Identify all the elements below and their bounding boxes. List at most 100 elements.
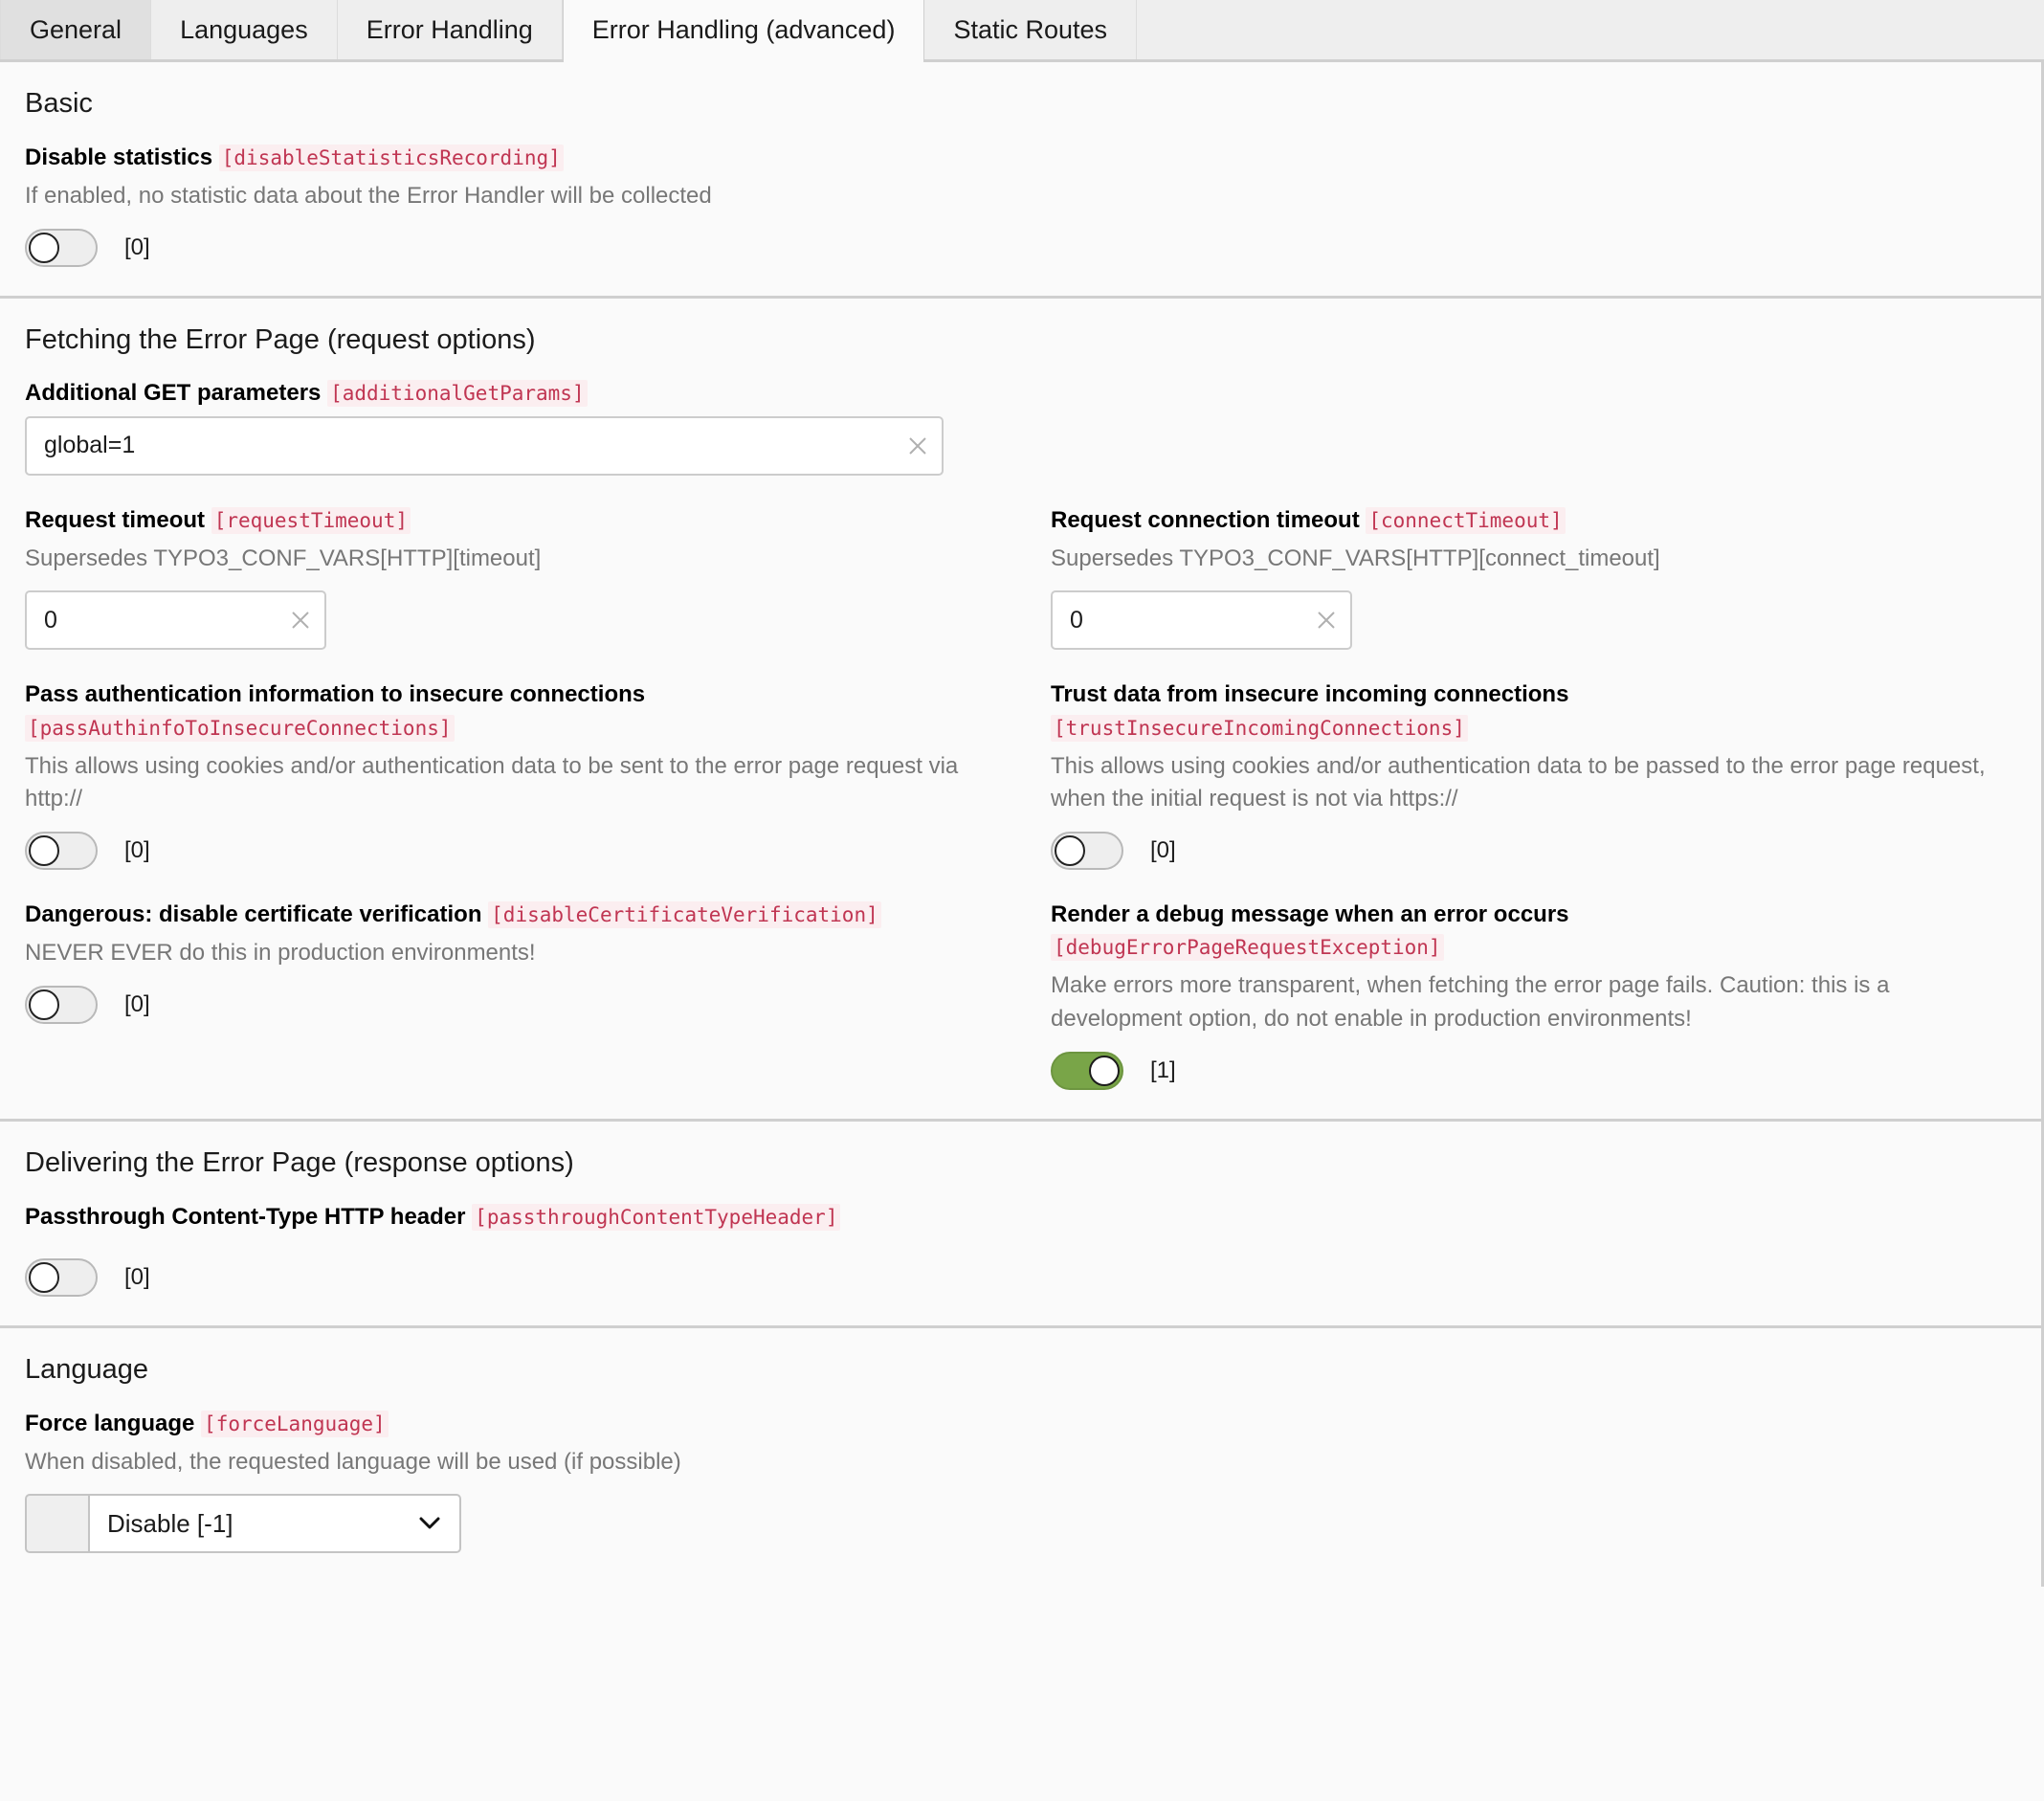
connect-timeout-input-wrap	[1051, 590, 1352, 651]
force-language-select-group: Disable [-1]	[25, 1494, 461, 1554]
force-language-description: When disabled, the requested language wi…	[25, 1448, 681, 1475]
disable-cert-verification-description: NEVER EVER do this in production environ…	[25, 940, 536, 967]
clear-icon[interactable]	[1316, 610, 1337, 631]
additional-get-params-label: Additional GET parameters [additionalGet…	[25, 377, 963, 410]
disable-statistics-label-text: Disable statistics	[25, 144, 213, 170]
additional-get-params-input[interactable]	[27, 417, 942, 474]
pass-authinfo-value: [0]	[124, 837, 150, 864]
additional-get-params-input-wrap	[25, 415, 944, 476]
tab-error-handling[interactable]: Error Handling	[338, 0, 563, 59]
connect-timeout-input[interactable]	[1053, 592, 1350, 649]
toggle-knob	[1089, 1055, 1120, 1086]
disable-statistics-code: [disableStatisticsRecording]	[218, 144, 564, 171]
connect-timeout-label: Request connection timeout [connectTimeo…	[1051, 504, 1988, 537]
force-language-select-addon	[25, 1494, 88, 1554]
request-timeout-code: [requestTimeout]	[211, 506, 411, 534]
pass-authinfo-label-text: Pass authentication information to insec…	[25, 681, 646, 708]
debug-error-page-toggle[interactable]	[1051, 1051, 1123, 1090]
request-timeout-description: Supersedes TYPO3_CONF_VARS[HTTP][timeout…	[25, 545, 542, 571]
debug-error-page-description: Make errors more transparent, when fetch…	[1051, 972, 1890, 1033]
toggle-knob	[1055, 835, 1085, 867]
passthrough-content-type-value: [0]	[124, 1263, 150, 1290]
debug-error-page-label-text: Render a debug message when an error occ…	[1051, 901, 1569, 928]
tab-error-handling-label: Error Handling	[366, 14, 533, 44]
debug-error-page-toggle-row: [1]	[1051, 1051, 1988, 1090]
tab-error-handling-advanced-label: Error Handling (advanced)	[591, 14, 896, 44]
passthrough-content-type-code: [passthroughContentTypeHeader]	[472, 1203, 841, 1231]
pass-authinfo-block: Pass authentication information to insec…	[25, 678, 1051, 871]
request-timeout-input[interactable]	[27, 592, 324, 649]
force-language-select[interactable]: Disable [-1]	[88, 1494, 461, 1554]
pass-authinfo-code: [passAuthinfoToInsecureConnections]	[25, 714, 455, 742]
pass-authinfo-toggle[interactable]	[25, 832, 98, 871]
timeouts-row: Request timeout [requestTimeout] Superse…	[25, 504, 2016, 651]
connect-timeout-code: [connectTimeout]	[1366, 506, 1566, 534]
section-fetching: Fetching the Error Page (request options…	[0, 298, 2044, 1122]
section-delivering: Delivering the Error Page (response opti…	[0, 1121, 2044, 1328]
disable-cert-verification-value: [0]	[124, 991, 150, 1018]
pass-authinfo-label: Pass authentication information to insec…	[25, 678, 695, 744]
force-language-selected-value: Disable [-1]	[107, 1508, 233, 1538]
debug-error-page-label: Render a debug message when an error occ…	[1051, 899, 1721, 964]
passthrough-content-type-toggle-row: [0]	[25, 1257, 2016, 1297]
section-basic: Basic Disable statistics [disableStatist…	[0, 62, 2044, 299]
tab-static-routes-label: Static Routes	[953, 14, 1108, 44]
clear-icon[interactable]	[290, 610, 311, 631]
disable-cert-verification-toggle-row: [0]	[25, 986, 1022, 1025]
connect-timeout-label-text: Request connection timeout	[1051, 506, 1360, 533]
request-timeout-label-text: Request timeout	[25, 506, 206, 533]
tab-languages[interactable]: Languages	[151, 0, 338, 59]
request-timeout-block: Request timeout [requestTimeout] Superse…	[25, 504, 1051, 651]
connect-timeout-description: Supersedes TYPO3_CONF_VARS[HTTP][connect…	[1051, 545, 1660, 571]
toggle-knob	[29, 232, 59, 263]
settings-page: General Languages Error Handling Error H…	[0, 0, 2044, 1801]
debug-error-page-code: [debugErrorPageRequestException]	[1051, 934, 1444, 962]
force-language-code: [forceLanguage]	[201, 1410, 389, 1437]
section-basic-title: Basic	[25, 88, 93, 119]
tab-static-routes[interactable]: Static Routes	[924, 0, 1138, 59]
trust-insecure-description: This allows using cookies and/or authent…	[1051, 752, 1986, 812]
disable-statistics-description: If enabled, no statistic data about the …	[25, 182, 712, 209]
additional-get-params-label-text: Additional GET parameters	[25, 380, 322, 407]
pass-authinfo-toggle-row: [0]	[25, 832, 1022, 871]
section-delivering-title: Delivering the Error Page (response opti…	[25, 1146, 574, 1178]
disable-cert-verification-toggle[interactable]	[25, 986, 98, 1025]
pass-authinfo-description: This allows using cookies and/or authent…	[25, 752, 959, 812]
force-language-label-text: Force language	[25, 1410, 195, 1436]
disable-cert-verification-label: Dangerous: disable certificate verificat…	[25, 899, 963, 931]
trust-insecure-label-text: Trust data from insecure incoming connec…	[1051, 681, 1569, 708]
clear-icon[interactable]	[907, 435, 928, 456]
disable-statistics-toggle[interactable]	[25, 228, 98, 267]
tab-general[interactable]: General	[0, 0, 152, 59]
chevron-down-icon	[419, 1517, 440, 1530]
connect-timeout-block: Request connection timeout [connectTimeo…	[1051, 504, 2016, 651]
request-timeout-input-wrap	[25, 590, 326, 651]
disable-cert-verification-code: [disableCertificateVerification]	[488, 901, 881, 929]
trust-insecure-label: Trust data from insecure incoming connec…	[1051, 678, 1682, 744]
disable-cert-verification-block: Dangerous: disable certificate verificat…	[25, 899, 1051, 1090]
passthrough-content-type-label-text: Passthrough Content-Type HTTP header	[25, 1203, 466, 1230]
tab-error-handling-advanced[interactable]: Error Handling (advanced)	[562, 0, 925, 62]
disable-statistics-label: Disable statistics [disableStatisticsRec…	[25, 142, 963, 174]
debug-error-page-block: Render a debug message when an error occ…	[1051, 899, 2016, 1090]
cert-debug-row: Dangerous: disable certificate verificat…	[25, 899, 2016, 1090]
trust-insecure-toggle-row: [0]	[1051, 832, 1988, 871]
toggle-knob	[29, 835, 59, 867]
debug-error-page-value: [1]	[1150, 1056, 1176, 1083]
tab-languages-label: Languages	[180, 14, 308, 44]
tab-bar: General Languages Error Handling Error H…	[0, 0, 2044, 62]
force-language-label: Force language [forceLanguage]	[25, 1408, 963, 1440]
request-timeout-label: Request timeout [requestTimeout]	[25, 504, 963, 537]
section-language-title: Language	[25, 1353, 149, 1385]
disable-statistics-toggle-row: [0]	[25, 228, 2016, 267]
disable-cert-verification-label-text: Dangerous: disable certificate verificat…	[25, 901, 482, 928]
passthrough-content-type-toggle[interactable]	[25, 1257, 98, 1297]
trust-insecure-toggle[interactable]	[1051, 832, 1123, 871]
insecure-connections-row: Pass authentication information to insec…	[25, 678, 2016, 871]
trust-insecure-value: [0]	[1150, 837, 1176, 864]
disable-statistics-value: [0]	[124, 233, 150, 260]
trust-insecure-block: Trust data from insecure incoming connec…	[1051, 678, 2016, 871]
passthrough-content-type-label: Passthrough Content-Type HTTP header [pa…	[25, 1201, 963, 1234]
toggle-knob	[29, 1261, 59, 1293]
section-language: Language Force language [forceLanguage] …	[0, 1327, 2044, 1588]
